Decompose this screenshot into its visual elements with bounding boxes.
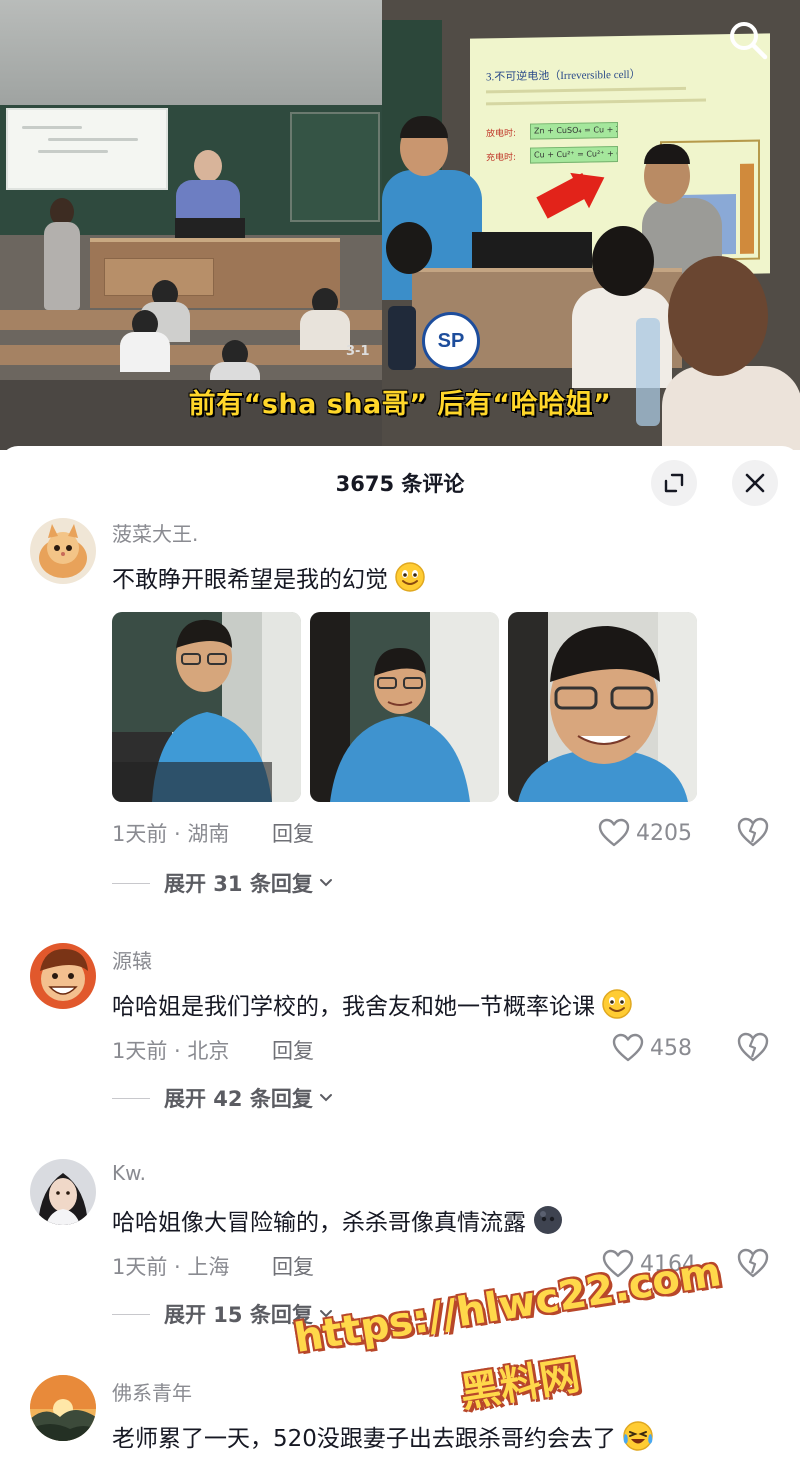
comment-username[interactable]: 菠菜大王. — [112, 518, 198, 547]
chevron-down-icon — [319, 879, 332, 887]
video-player[interactable]: 3-1 3.不可逆电池（Irreversible cell） 放电时: Zn +… — [0, 0, 800, 450]
close-sheet-button[interactable] — [732, 460, 778, 506]
comment-photo[interactable] — [508, 612, 697, 802]
like-count: 4205 — [636, 820, 692, 846]
student-seated — [120, 310, 170, 372]
phone-in-hand — [388, 306, 416, 370]
comment-item: 菠菜大王. 不敢睁开眼希望是我的幻觉 1天前 · 湖南 回复 4205 展开 3… — [0, 516, 800, 896]
broken-heart-icon — [737, 1032, 769, 1062]
broken-heart-icon — [737, 817, 769, 847]
comment-text: 不敢睁开眼希望是我的幻觉 — [112, 560, 426, 594]
comment-time-location: 1天前 · 北京 — [112, 1039, 230, 1063]
dislike-button[interactable] — [736, 1031, 770, 1065]
comment-item: 源辕 哈哈姐是我们学校的，我舍友和她一节概率论课 1天前 · 北京 回复 458 — [0, 943, 800, 1133]
teacher-figure — [176, 150, 240, 222]
reply-button[interactable]: 回复 — [272, 1035, 314, 1065]
comment-text-content: 哈哈姐是我们学校的，我舍友和她一节概率论课 — [112, 994, 595, 1020]
slide-equation: Cu + Cu²⁺ = Cu²⁺ + Cu — [530, 146, 618, 164]
dislike-button[interactable] — [736, 816, 770, 850]
avatar[interactable] — [30, 1159, 96, 1225]
expand-replies-button[interactable]: 展开 42 条回复 — [112, 1083, 333, 1113]
heart-icon — [612, 1033, 644, 1062]
blank-face-emoji-icon — [534, 1206, 562, 1234]
frame-tag: 3-1 — [346, 344, 370, 359]
laugh-cry-emoji-icon — [623, 1421, 653, 1451]
smile-emoji-icon — [602, 989, 632, 1019]
expand-replies-label: 展开 42 条回复 — [164, 1087, 313, 1111]
comment-text-content: 不敢睁开眼希望是我的幻觉 — [112, 567, 388, 593]
avatar[interactable] — [30, 1375, 96, 1441]
comment-time-location: 1天前 · 湖南 — [112, 822, 230, 846]
comment-username[interactable]: Kw. — [112, 1161, 146, 1185]
like-button[interactable]: 458 — [612, 1031, 692, 1065]
expand-sheet-button[interactable] — [651, 460, 697, 506]
comment-photo[interactable] — [310, 612, 499, 802]
comment-text: 哈哈姐是我们学校的，我舍友和她一节概率论课 — [112, 987, 633, 1021]
avatar[interactable] — [30, 518, 96, 584]
slide-eq-label: 充电时: — [486, 152, 517, 164]
heart-icon — [598, 818, 630, 847]
comment-username[interactable]: 佛系青年 — [112, 1377, 192, 1406]
expand-replies-button[interactable]: 展开 31 条回复 — [112, 868, 333, 898]
like-count: 458 — [650, 1035, 692, 1061]
reply-button[interactable]: 回复 — [272, 818, 314, 848]
comment-time-location: 1天前 · 上海 — [112, 1255, 230, 1279]
comment-text: 哈哈姐像大冒险输的，杀杀哥像真情流露 — [112, 1203, 564, 1237]
student-standing — [40, 198, 84, 310]
classroom-wall — [0, 0, 382, 105]
student-seated — [300, 288, 350, 350]
close-icon — [745, 473, 765, 493]
comment-photo[interactable] — [112, 612, 301, 802]
slide-title: 3.不可逆电池（Irreversible cell） — [486, 68, 641, 84]
comment-photos — [112, 612, 702, 802]
search-button[interactable] — [726, 18, 770, 62]
slide-equation: Zn + CuSO₄ = Cu + ZnSO₄ — [530, 122, 618, 140]
video-caption: 前有“sha sha哥” 后有“哈哈姐” — [188, 389, 612, 420]
reply-button[interactable]: 回复 — [272, 1251, 314, 1281]
expand-icon — [664, 473, 684, 493]
comment-text-content: 哈哈姐像大冒险输的，杀杀哥像真情流露 — [112, 1210, 526, 1236]
search-icon — [730, 22, 768, 60]
smile-emoji-icon — [395, 562, 425, 592]
comment-username[interactable]: 源辕 — [112, 945, 152, 974]
projector-screen — [6, 108, 168, 190]
chevron-down-icon — [319, 1094, 332, 1102]
avatar[interactable] — [30, 943, 96, 1009]
slide-eq-label: 放电时: — [486, 128, 517, 140]
expand-replies-label: 展开 31 条回复 — [164, 872, 313, 896]
broken-heart-icon — [737, 1248, 769, 1278]
blackboard-side — [290, 112, 380, 222]
like-button[interactable]: 4205 — [598, 816, 692, 850]
lectern-monitor — [175, 218, 245, 240]
dislike-button[interactable] — [736, 1247, 770, 1281]
